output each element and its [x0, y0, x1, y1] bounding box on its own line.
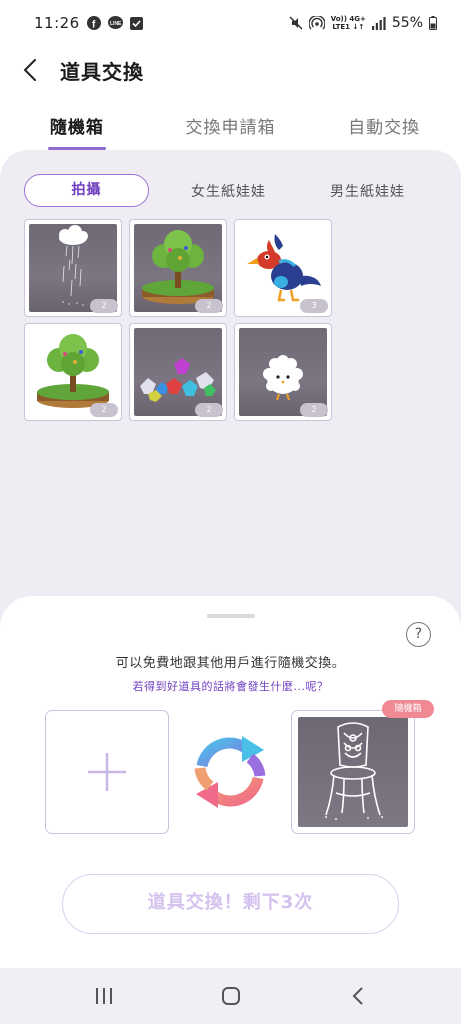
exchange-info-link[interactable]: 若得到好道具的話將會發生什麼...呢？: [0, 678, 461, 694]
subtab-photo[interactable]: 拍攝: [24, 174, 149, 207]
item-card[interactable]: 2: [234, 323, 332, 421]
subtab-female-doll[interactable]: 女生紙娃娃: [191, 181, 266, 201]
network-type-icon: Vo)) 4G+ LTE1 ↓↑: [330, 15, 366, 31]
battery-icon: [429, 16, 437, 30]
item-count-badge: 2: [195, 403, 223, 417]
system-nav-bar: [0, 968, 461, 1024]
sheet-handle[interactable]: [206, 614, 255, 618]
back-button[interactable]: [2, 46, 58, 94]
top-tabs: 隨機箱 交換申請箱 自動交換: [0, 104, 461, 150]
item-select-slot[interactable]: [45, 710, 169, 834]
item-count-badge: 2: [300, 403, 328, 417]
sub-tabs: 拍攝 女生紙娃娃 男生紙娃娃: [24, 174, 444, 207]
svg-text:LINE: LINE: [110, 21, 122, 27]
line-icon: LINE: [107, 16, 123, 30]
item-card[interactable]: 2: [24, 219, 122, 317]
hotspot-icon: [308, 16, 325, 30]
tab-random-box[interactable]: 隨機箱: [0, 104, 154, 150]
mute-icon: [289, 16, 303, 30]
home-button[interactable]: [201, 968, 261, 1024]
item-card[interactable]: 2: [24, 323, 122, 421]
tab-auto-exchange[interactable]: 自動交換: [307, 104, 461, 150]
back-icon: [352, 987, 363, 1005]
item-count-badge: 2: [90, 299, 118, 313]
item-card[interactable]: 2: [129, 219, 227, 317]
item-count-badge: 3: [300, 299, 328, 313]
help-button[interactable]: ?: [406, 622, 431, 647]
battery-percent: 55%: [391, 15, 423, 31]
subtab-male-doll[interactable]: 男生紙娃娃: [330, 181, 405, 201]
tab-exchange-requests[interactable]: 交換申請箱: [154, 104, 308, 150]
facebook-icon: f: [86, 16, 101, 30]
exchange-sheet: ? 可以免費地跟其他用戶進行隨機交換。 若得到好道具的話將會發生什麼...呢？: [0, 596, 461, 968]
nav-back-button[interactable]: [328, 968, 388, 1024]
recent-apps-icon: [95, 988, 112, 1004]
plus-icon: [88, 753, 126, 791]
exchange-button[interactable]: 道具交換！剩下3次: [62, 874, 399, 934]
exchange-info-text: 可以免費地跟其他用戶進行隨機交換。: [115, 656, 346, 671]
item-card[interactable]: 3: [234, 219, 332, 317]
home-icon: [221, 987, 240, 1005]
item-card[interactable]: 2: [129, 323, 227, 421]
page-title: 道具交換: [60, 59, 144, 84]
signal-icon: [371, 16, 386, 30]
random-box-badge: 隨機箱: [382, 700, 434, 718]
item-grid: 2 2 3 2 2 2: [24, 219, 436, 421]
status-bar: 11:26 f LINE Vo)) 4G+ LTE1 ↓↑ 55%: [0, 0, 461, 46]
chair-image: [298, 717, 408, 827]
chevron-left-icon: [24, 59, 36, 81]
checkbox-icon: [129, 16, 143, 30]
swap-arrows-icon: [194, 736, 266, 808]
item-count-badge: 2: [90, 403, 118, 417]
item-count-badge: 2: [195, 299, 223, 313]
random-box-slot[interactable]: [291, 710, 415, 834]
header: 道具交換: [0, 46, 461, 94]
recent-apps-button[interactable]: [74, 968, 134, 1024]
status-time: 11:26: [34, 14, 80, 32]
